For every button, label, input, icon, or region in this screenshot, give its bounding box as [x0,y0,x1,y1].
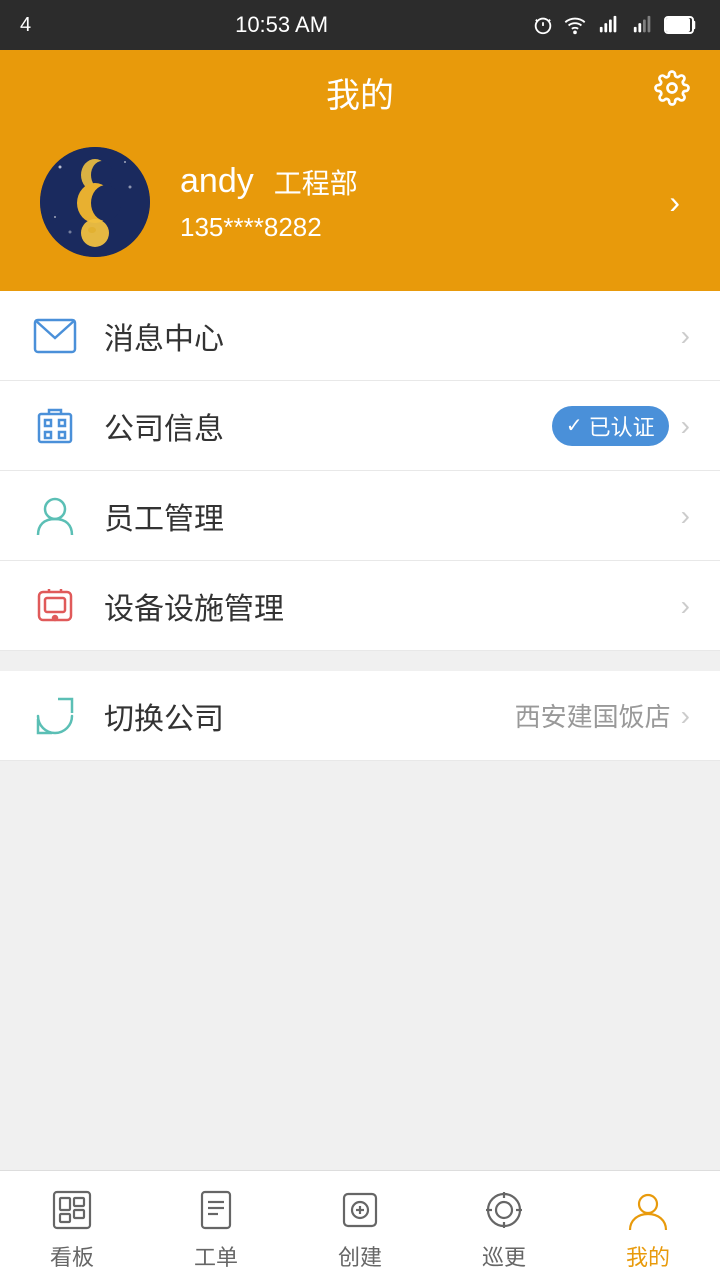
chevron-right-icon: › [681,500,690,532]
tab-patrol[interactable]: 巡更 [432,1180,576,1272]
settings-icon[interactable] [654,70,690,115]
tab-mine[interactable]: 我的 [576,1180,720,1272]
create-icon [336,1186,384,1234]
checkmark-icon: ✓ [566,413,583,438]
chevron-right-icon: › [681,320,690,352]
status-bar-left: 4 [20,14,31,37]
patrol-icon [480,1186,528,1234]
profile-department: 工程部 [274,162,358,202]
menu-item-employee-management[interactable]: 员工管理 › [0,471,720,561]
tab-patrol-label: 巡更 [482,1240,526,1272]
tab-workorder[interactable]: 工单 [144,1180,288,1272]
status-bar: 4 10:53 AM [0,0,720,50]
page-title: 我的 [326,68,394,117]
company-icon [30,401,80,451]
menu-label-switch-company: 切换公司 [104,694,515,738]
status-bar-icons [532,14,700,36]
kanban-icon [48,1186,96,1234]
content-area [0,761,720,1121]
tab-create-label: 创建 [338,1240,382,1272]
avatar [40,147,150,257]
tab-bar: 看板 工单 创建 [0,1170,720,1280]
menu-label-message-center: 消息中心 [104,314,681,358]
equipment-icon [30,581,80,631]
profile-row[interactable]: andy 工程部 135****8282 › [30,137,690,281]
menu-label-employee-management: 员工管理 [104,494,681,538]
chevron-right-icon: › [681,410,690,442]
profile-info: andy 工程部 135****8282 [180,162,669,243]
tab-kanban-label: 看板 [50,1240,94,1272]
menu-section: 消息中心 › 公司信息 ✓ 已认证 › [0,291,720,651]
verified-badge: ✓ 已认证 [552,406,669,446]
switch-company-section: 切换公司 西安建国饭店 › [0,671,720,761]
profile-name-dept: andy 工程部 [180,162,669,202]
header-title-row: 我的 [30,68,690,117]
profile-phone: 135****8282 [180,212,322,242]
tab-create[interactable]: 创建 [288,1180,432,1272]
tab-kanban[interactable]: 看板 [0,1180,144,1272]
person-icon [30,491,80,541]
menu-item-equipment-management[interactable]: 设备设施管理 › [0,561,720,651]
badge-verified-content: ✓ 已认证 [552,406,669,446]
menu-item-company-info[interactable]: 公司信息 ✓ 已认证 › [0,381,720,471]
menu-item-switch-company[interactable]: 切换公司 西安建国饭店 › [0,671,720,761]
current-company-name: 西安建国饭店 [515,697,671,734]
menu-label-equipment-management: 设备设施管理 [104,584,681,628]
section-gap [0,651,720,671]
badge-verified-text: 已认证 [589,410,655,442]
mine-icon [624,1186,672,1234]
chevron-right-icon: › [681,590,690,622]
switch-icon [30,691,80,741]
menu-item-message-center[interactable]: 消息中心 › [0,291,720,381]
menu-label-company-info: 公司信息 [104,404,552,448]
profile-name: andy [180,162,254,201]
tab-workorder-label: 工单 [194,1240,238,1272]
chevron-right-icon: › [681,700,690,732]
header: 我的 [0,50,720,291]
workorder-icon [192,1186,240,1234]
status-bar-time: 10:53 AM [235,12,328,38]
profile-arrow-icon: › [669,184,690,221]
tab-mine-label: 我的 [626,1240,670,1272]
mail-icon [30,311,80,361]
